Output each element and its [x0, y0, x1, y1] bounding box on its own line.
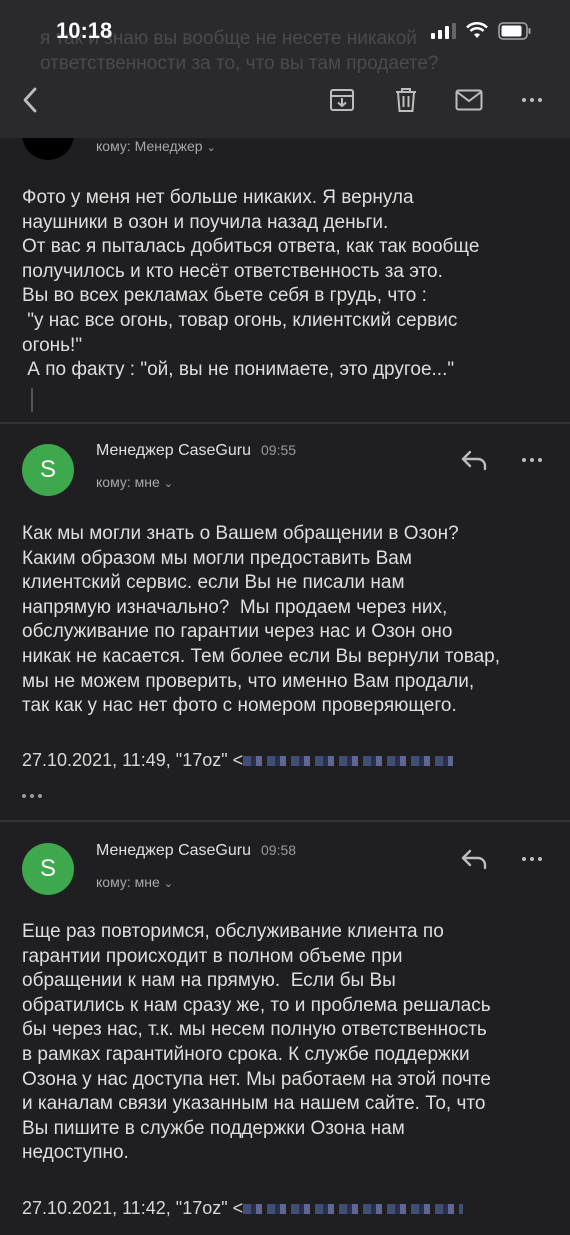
recipient-label: кому: мне	[96, 474, 160, 490]
delete-button[interactable]	[388, 78, 424, 122]
ghost-line: ответственности за то, что вы там продае…	[40, 53, 439, 74]
top-toolbar: я так и знаю вы вообще не несете никакой…	[0, 0, 570, 138]
sender-name: Менеджер CaseGuru	[96, 442, 251, 459]
message-time: 09:58	[261, 842, 297, 858]
quoted-meta: 27.10.2021, 11:42, "17oz" <	[22, 1198, 244, 1218]
cellular-signal-icon	[431, 23, 456, 39]
quoted-meta: 27.10.2021, 11:49, "17oz" <	[22, 750, 244, 770]
avatar[interactable]: S	[22, 843, 74, 895]
message-time: 09:55	[261, 442, 297, 458]
message-divider	[0, 422, 570, 424]
more-horizontal-icon	[22, 794, 42, 798]
sender-line[interactable]: Менеджер CaseGuru 09:58	[96, 842, 296, 860]
recipient-toggle[interactable]: кому: мне ⌄	[96, 874, 173, 890]
message-more-button[interactable]	[512, 843, 552, 875]
trash-icon	[396, 88, 416, 112]
back-button[interactable]	[12, 78, 48, 122]
more-horizontal-icon	[522, 98, 542, 102]
text-cursor	[31, 388, 33, 412]
recipient-toggle[interactable]: кому: Менеджер ⌄	[96, 138, 216, 154]
reply-button[interactable]	[454, 843, 494, 875]
redacted-email	[243, 1204, 464, 1215]
chevron-down-icon: ⌄	[163, 878, 173, 890]
quoted-header: 27.10.2021, 11:42, "17oz" <	[22, 1198, 464, 1219]
archive-button[interactable]	[324, 78, 360, 122]
message-body: Фото у меня нет больше никаких. Я вернул…	[22, 187, 480, 381]
message-toolbar	[0, 78, 570, 122]
status-icons	[430, 22, 532, 40]
more-horizontal-icon	[522, 857, 542, 861]
wifi-icon	[466, 22, 488, 38]
chevron-left-icon	[23, 87, 37, 113]
battery-icon	[498, 22, 531, 40]
avatar[interactable]: S	[22, 444, 74, 496]
message-divider	[0, 820, 570, 822]
mark-unread-button[interactable]	[450, 78, 488, 122]
chevron-down-icon: ⌄	[163, 478, 173, 490]
message-body: Как мы могли знать о Вашем обращении в О…	[22, 523, 501, 717]
reply-button[interactable]	[454, 444, 494, 476]
more-horizontal-icon	[522, 458, 542, 462]
recipient-label: кому: Менеджер	[96, 138, 203, 154]
sender-line[interactable]: Менеджер CaseGuru 09:55	[96, 442, 296, 460]
recipient-toggle[interactable]: кому: мне ⌄	[96, 474, 173, 490]
mail-icon	[455, 89, 483, 111]
chevron-down-icon: ⌄	[206, 142, 216, 154]
reply-icon	[461, 849, 487, 870]
sender-name: Менеджер CaseGuru	[96, 842, 251, 859]
show-quoted-button[interactable]	[22, 794, 42, 798]
redacted-email	[243, 756, 454, 767]
quoted-header: 27.10.2021, 11:49, "17oz" <	[22, 750, 454, 771]
reply-icon	[461, 450, 487, 471]
message-more-button[interactable]	[512, 444, 552, 476]
recipient-label: кому: мне	[96, 874, 160, 890]
status-time: 10:18	[56, 18, 113, 43]
more-options-button[interactable]	[512, 78, 552, 122]
archive-icon	[330, 89, 354, 111]
message-body: Еще раз повторимся, обслуживание клиента…	[22, 921, 491, 1164]
